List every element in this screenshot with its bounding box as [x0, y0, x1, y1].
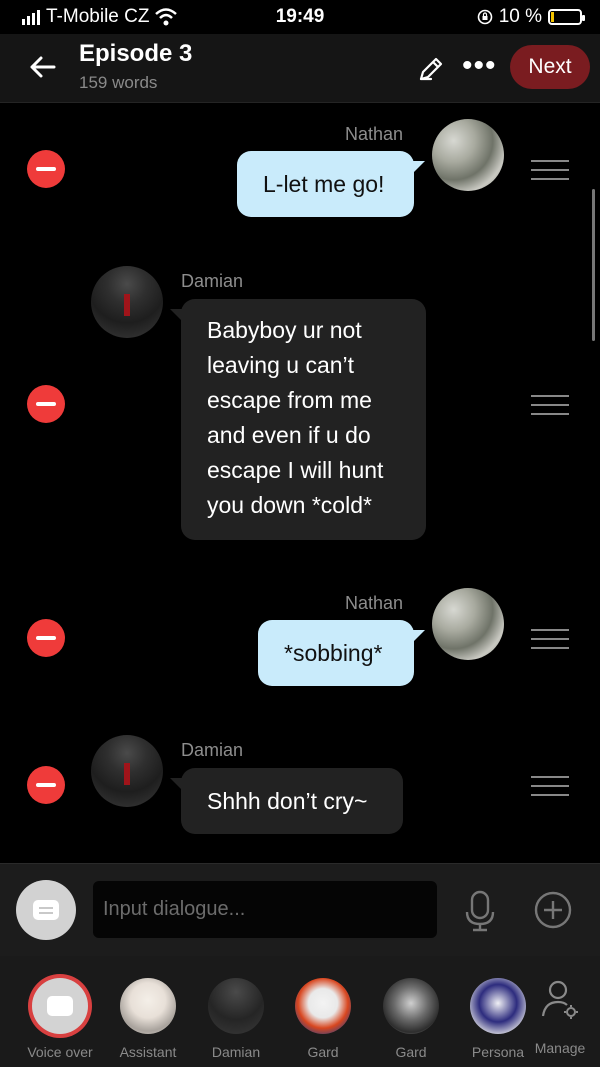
character-label: Gard	[395, 1044, 427, 1060]
character-gard-2[interactable]: Gard	[371, 978, 451, 1060]
character-gard[interactable]: Gard	[283, 978, 363, 1060]
bubble-tail	[170, 778, 182, 790]
speaker-name: Damian	[181, 740, 244, 760]
bubble-tail	[413, 161, 425, 173]
manage-characters-button[interactable]: Manage	[520, 974, 600, 1056]
delete-message-icon[interactable]	[27, 385, 65, 423]
dialogue-type-toggle[interactable]	[16, 880, 76, 940]
reorder-handle-icon[interactable]	[531, 395, 569, 417]
battery-percent: 10 %	[498, 6, 542, 27]
dialogue-input[interactable]	[93, 881, 437, 938]
status-bar: T-Mobile CZ 19:49 10 %	[0, 0, 600, 34]
avatar	[432, 588, 504, 660]
avatar	[295, 978, 351, 1034]
microphone-icon[interactable]	[463, 890, 497, 932]
character-label: Gard	[307, 1044, 339, 1060]
character-assistant[interactable]: Assistant	[108, 978, 188, 1060]
bubble-tail	[413, 630, 425, 642]
delete-message-icon[interactable]	[27, 150, 65, 188]
voice-over-icon	[32, 978, 88, 1034]
character-label: Assistant	[119, 1044, 177, 1060]
avatar	[432, 119, 504, 191]
manage-characters-icon	[541, 980, 578, 1019]
add-icon[interactable]	[534, 891, 572, 929]
character-label: Manage	[534, 1040, 586, 1056]
episode-header: Episode 3 159 words ••• Next	[0, 34, 600, 103]
battery-icon	[548, 9, 585, 25]
bubble-tail	[170, 309, 182, 321]
message-bubble[interactable]: Shhh don’t cry~	[181, 768, 403, 834]
message-icon	[33, 900, 59, 920]
back-arrow-icon[interactable]	[26, 50, 60, 84]
word-count: 159 words	[79, 73, 158, 92]
orientation-lock-icon	[477, 9, 492, 25]
input-bar	[0, 863, 600, 957]
character-label: Damian	[211, 1044, 261, 1060]
character-voice-over[interactable]: Voice over	[20, 978, 100, 1060]
avatar	[120, 978, 176, 1034]
avatar	[208, 978, 264, 1034]
avatar	[91, 266, 163, 338]
next-button[interactable]: Next	[510, 45, 590, 89]
delete-message-icon[interactable]	[27, 766, 65, 804]
scrollbar[interactable]	[592, 189, 595, 341]
message-bubble[interactable]: Babyboy ur not leaving u can’t escape fr…	[181, 299, 426, 540]
message-bubble[interactable]: L-let me go!	[237, 151, 414, 217]
episode-title: Episode 3	[79, 40, 193, 67]
speaker-name: Nathan	[345, 124, 404, 144]
avatar	[91, 735, 163, 807]
character-damian[interactable]: Damian	[196, 978, 276, 1060]
delete-message-icon[interactable]	[27, 619, 65, 657]
speaker-name: Nathan	[345, 593, 404, 613]
dialogue-list[interactable]: Nathan L-let me go! Damian Babyboy ur no…	[0, 103, 600, 863]
pencil-icon[interactable]	[416, 54, 446, 84]
reorder-handle-icon[interactable]	[531, 776, 569, 798]
character-label: Voice over	[27, 1044, 93, 1060]
reorder-handle-icon[interactable]	[531, 160, 569, 182]
speaker-name: Damian	[181, 271, 244, 291]
reorder-handle-icon[interactable]	[531, 629, 569, 651]
avatar	[470, 978, 526, 1034]
message-bubble[interactable]: *sobbing*	[258, 620, 414, 686]
more-options-icon[interactable]: •••	[462, 51, 498, 81]
character-selector: Voice over Assistant Damian Gard Gard Pe…	[0, 956, 600, 1067]
avatar	[383, 978, 439, 1034]
